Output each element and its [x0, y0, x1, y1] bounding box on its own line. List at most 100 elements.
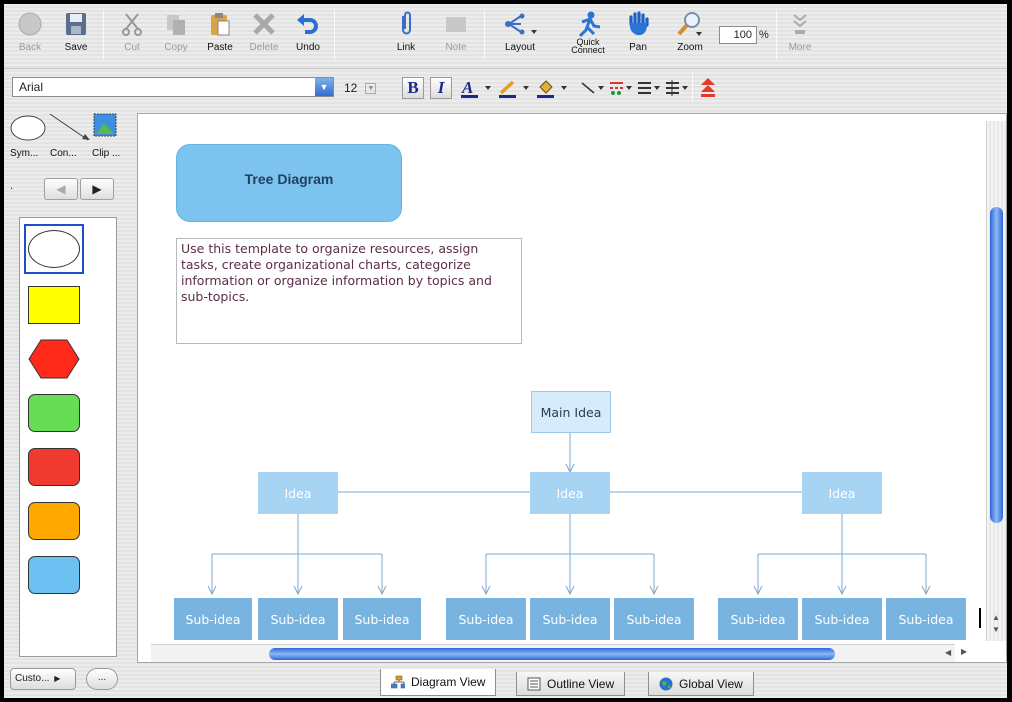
shape-ellipse[interactable] — [24, 224, 84, 274]
copy-icon — [167, 15, 185, 35]
sub-idea-node[interactable]: Sub-idea — [614, 598, 694, 640]
toolbar-divider — [776, 10, 777, 60]
font-color-icon: A — [461, 78, 491, 98]
paperclip-icon — [402, 11, 411, 35]
font-color-button[interactable]: A — [460, 78, 494, 98]
palette-tab-icons — [10, 113, 117, 141]
sub-idea-node[interactable]: Sub-idea — [886, 598, 966, 640]
arrange-button[interactable] — [698, 78, 718, 97]
red-hexagon-icon — [28, 339, 80, 379]
sub-idea-node[interactable]: Sub-idea — [343, 598, 421, 640]
italic-button[interactable]: I — [430, 77, 452, 99]
vertical-scroll-thumb[interactable] — [990, 207, 1003, 523]
line-style-button[interactable] — [580, 79, 606, 97]
font-family-select[interactable]: Arial ▼ — [12, 77, 334, 97]
undo-icon — [297, 14, 318, 34]
fill-color-button[interactable] — [536, 79, 570, 98]
scroll-right-arrow-icon[interactable]: ▶ — [961, 647, 967, 656]
scroll-up-arrow-icon[interactable]: ▲ — [992, 613, 1000, 622]
dropdown-arrow-icon: ▼ — [315, 78, 333, 96]
globe-icon — [659, 677, 673, 690]
quick-connect-label: Quick Connect — [566, 38, 610, 55]
chevron-right-icon: ▶ — [92, 182, 102, 196]
toolbar-divider — [334, 10, 335, 60]
tab-outline-view-label: Outline View — [547, 676, 615, 691]
idea-node-center[interactable]: Idea — [530, 472, 610, 514]
sub-idea-node[interactable]: Sub-idea — [802, 598, 882, 640]
vertical-scrollbar[interactable]: ▲ ▼ — [986, 121, 1006, 641]
palette-next-button[interactable]: ▶ — [80, 178, 114, 200]
note-icon — [446, 17, 466, 32]
delete-icon — [253, 13, 275, 35]
more-label: More — [788, 42, 812, 53]
text-position-button[interactable] — [664, 79, 690, 97]
svg-text:A: A — [461, 78, 473, 97]
connector-lines — [207, 433, 931, 596]
idea-node-left[interactable]: Idea — [258, 472, 338, 514]
scroll-down-arrow-icon[interactable]: ▼ — [992, 625, 1000, 634]
pan-button[interactable]: Pan — [616, 8, 660, 62]
scroll-left-arrow-icon[interactable]: ◀ — [945, 648, 951, 657]
symbols-tab-icon — [10, 115, 46, 141]
zoom-input[interactable]: 100 — [719, 26, 757, 44]
more-button[interactable]: More — [778, 8, 822, 62]
sub-idea-node[interactable]: Sub-idea — [258, 598, 338, 640]
back-label: Back — [18, 42, 42, 53]
quick-connect-button[interactable]: Quick Connect — [566, 8, 610, 62]
sub-idea-node[interactable]: Sub-idea — [718, 598, 798, 640]
save-button[interactable]: Save — [54, 8, 98, 62]
paste-label: Paste — [207, 42, 233, 53]
undo-label: Undo — [296, 42, 320, 53]
shape-red-hexagon[interactable] — [24, 334, 84, 384]
tab-outline-view[interactable]: Outline View — [516, 672, 626, 696]
shape-red-rounded[interactable] — [24, 442, 84, 492]
line-pattern-button[interactable] — [608, 79, 634, 97]
tab-global-view[interactable]: Global View — [648, 672, 754, 696]
font-size-select[interactable]: 12 ▼ — [344, 79, 377, 97]
horizontal-scrollbar[interactable]: ◀ — [151, 644, 955, 662]
cut-label: Cut — [124, 42, 140, 53]
note-button[interactable]: Note — [434, 8, 478, 62]
toolbar-divider — [484, 10, 485, 60]
diagram-canvas[interactable]: Tree Diagram Use this template to organi… — [137, 113, 1007, 663]
horizontal-scroll-thumb[interactable] — [269, 648, 835, 660]
main-idea-node[interactable]: Main Idea — [531, 391, 611, 433]
undo-button[interactable]: Undo — [286, 8, 330, 62]
back-button[interactable]: Back — [8, 8, 52, 62]
clipart-tab[interactable]: Clip ... — [92, 148, 120, 159]
delete-button[interactable]: Delete — [242, 8, 286, 62]
pan-label: Pan — [629, 42, 647, 53]
tab-diagram-view[interactable]: Diagram View — [380, 669, 497, 696]
line-color-button[interactable] — [498, 79, 532, 98]
note-label: Note — [445, 42, 467, 53]
ellipse-icon — [28, 230, 80, 268]
connectors-tab-icon — [49, 113, 89, 141]
yellow-rectangle-icon — [28, 286, 80, 324]
copy-button[interactable]: Copy — [154, 8, 198, 62]
text-align-button[interactable] — [636, 79, 662, 97]
shape-blue-rounded[interactable] — [24, 550, 84, 600]
palette-header: Sym... Con... Clip ... — [10, 108, 128, 166]
cut-button[interactable]: Cut — [110, 8, 154, 62]
paste-button[interactable]: Paste — [198, 8, 242, 62]
sub-idea-node[interactable]: Sub-idea — [174, 598, 252, 640]
palette-prev-button[interactable]: ◀ — [44, 178, 78, 200]
sub-idea-node[interactable]: Sub-idea — [446, 598, 526, 640]
shape-green-rounded[interactable] — [24, 388, 84, 438]
orange-rounded-rectangle-icon — [28, 502, 80, 540]
connectors-tab[interactable]: Con... — [50, 148, 77, 159]
view-tabs: Diagram View Outline View Global View — [4, 668, 1007, 698]
bold-button[interactable]: B — [402, 77, 424, 99]
link-button[interactable]: Link — [384, 8, 428, 62]
shape-orange-rounded[interactable] — [24, 496, 84, 546]
zoom-button[interactable]: Zoom — [668, 8, 712, 62]
line-style-icon — [581, 82, 604, 94]
back-icon — [18, 12, 42, 36]
layout-button[interactable]: Layout — [498, 8, 542, 62]
shape-yellow-rect[interactable] — [24, 280, 84, 330]
font-family-value: Arial — [19, 80, 44, 94]
palette-nav-dot: . — [10, 180, 14, 192]
idea-node-right[interactable]: Idea — [802, 472, 882, 514]
symbols-tab[interactable]: Sym... — [10, 148, 38, 159]
sub-idea-node[interactable]: Sub-idea — [530, 598, 610, 640]
